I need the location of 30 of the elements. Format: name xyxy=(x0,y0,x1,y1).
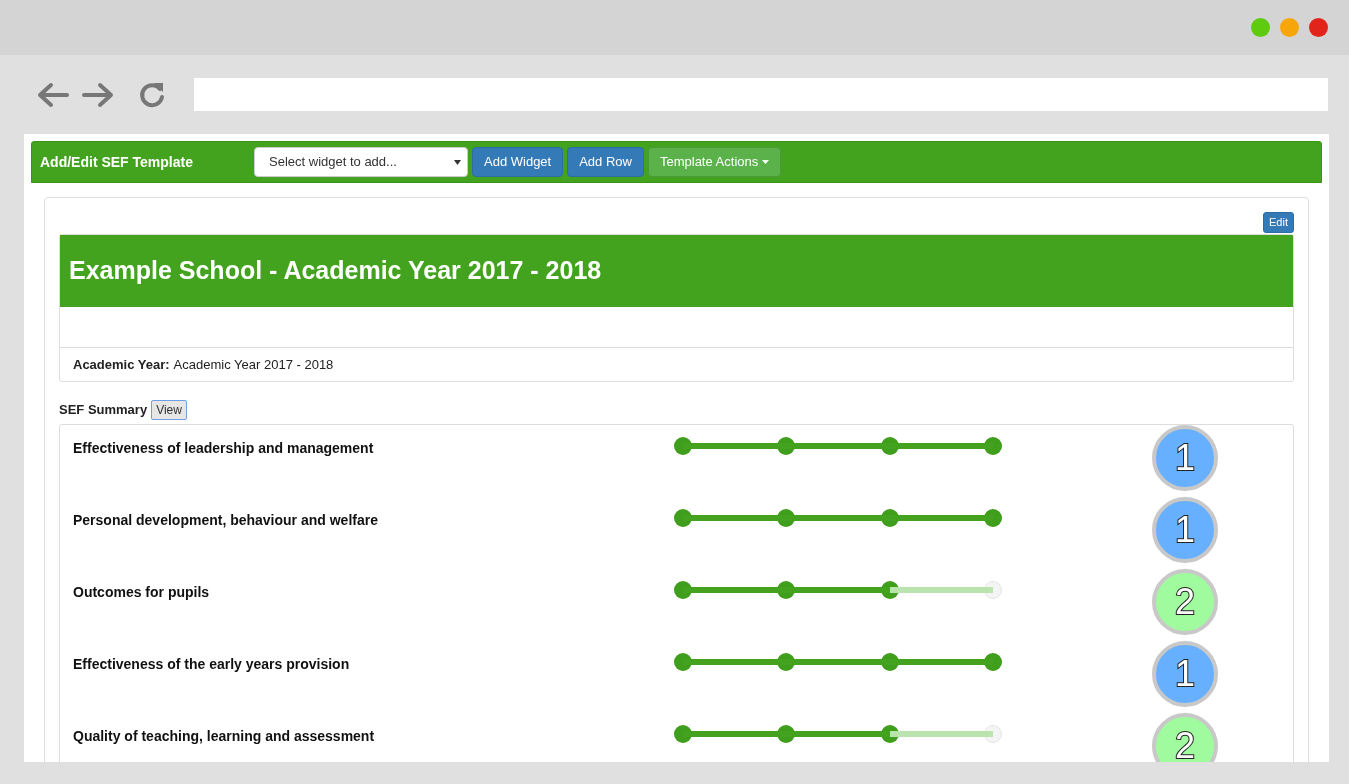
area-label: Effectiveness of the early years provision xyxy=(73,655,351,674)
grade-badge: 1 xyxy=(1152,425,1218,491)
area-label: Effectiveness of leadership and management xyxy=(73,439,375,458)
rating-slider[interactable] xyxy=(674,437,1002,455)
grade-badge: 2 xyxy=(1152,713,1218,762)
edit-button[interactable]: Edit xyxy=(1263,212,1294,233)
toolbar-title: Add/Edit SEF Template xyxy=(40,152,194,172)
rating-slider[interactable] xyxy=(674,725,1002,743)
area-label: Outcomes for pupils xyxy=(73,583,211,602)
section-title: SEF Summary xyxy=(59,401,148,420)
grade-badge: 1 xyxy=(1152,497,1218,563)
view-button[interactable]: View xyxy=(151,400,187,420)
forward-arrow-icon[interactable] xyxy=(82,81,114,108)
toolbar-button[interactable]: Add Row xyxy=(567,147,644,177)
back-arrow-icon[interactable] xyxy=(37,81,69,108)
grade-badge: 2 xyxy=(1152,569,1218,635)
rating-slider[interactable] xyxy=(674,653,1002,671)
dropdown-caret-icon xyxy=(454,159,461,165)
toolbar-button[interactable]: Add Widget xyxy=(472,147,564,177)
template-actions-button[interactable]: Template Actions xyxy=(647,147,782,177)
area-label: Personal development, behaviour and welfare xyxy=(73,511,379,530)
area-label: Quality of teaching, learning and assessment xyxy=(73,727,376,746)
banner-title: Example School - Academic Year 2017 - 2018 xyxy=(69,255,602,287)
widget-select[interactable]: Select widget to add... xyxy=(254,147,468,177)
field-value: Academic Year 2017 - 2018 xyxy=(173,355,334,374)
rating-slider[interactable] xyxy=(674,581,1002,599)
field-label: Academic Year: xyxy=(73,355,170,374)
caret-icon xyxy=(762,160,770,164)
rating-slider[interactable] xyxy=(674,509,1002,527)
grade-badge: 1 xyxy=(1152,641,1218,707)
